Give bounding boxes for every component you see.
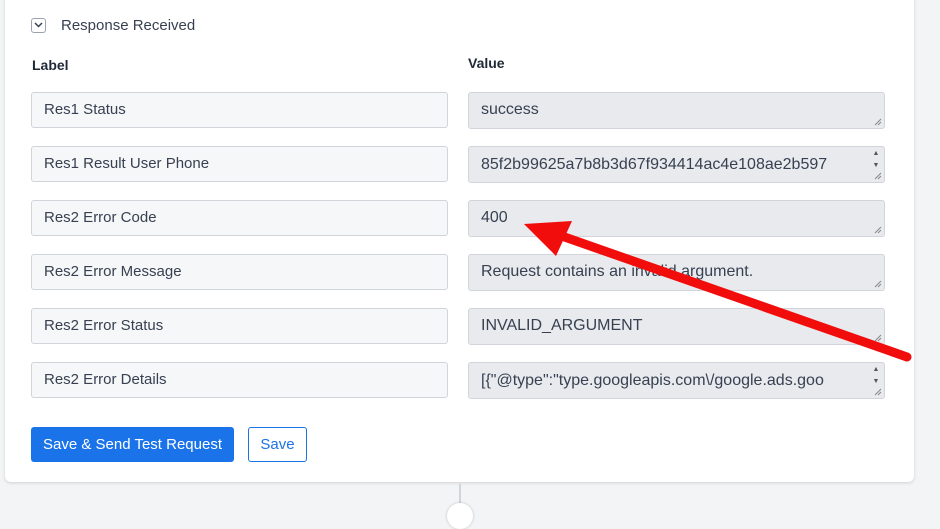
resize-handle-icon[interactable] (873, 387, 882, 396)
save-and-send-test-button[interactable]: Save & Send Test Request (31, 427, 234, 462)
chevron-down-icon[interactable] (31, 17, 46, 33)
row-value-field[interactable]: 85f2b99625a7b8b3d67f934414ac4e108ae2b597… (468, 146, 885, 183)
response-card (5, 0, 914, 482)
row-value-text: success (481, 101, 539, 118)
section-title: Response Received (61, 16, 196, 34)
row-value-text: Request contains an invalid argument. (481, 263, 754, 280)
row-value-field[interactable]: 400 (468, 200, 885, 237)
resize-handle-icon[interactable] (873, 333, 882, 342)
save-button[interactable]: Save (248, 427, 307, 462)
row-label-field[interactable]: Res2 Error Details (31, 362, 448, 398)
row-value-field[interactable]: Request contains an invalid argument. (468, 254, 885, 291)
resize-handle-icon[interactable] (873, 117, 882, 126)
add-step-button[interactable] (447, 503, 473, 529)
row-value-text: 400 (481, 209, 508, 226)
row-value-text: 85f2b99625a7b8b3d67f934414ac4e108ae2b597 (481, 156, 828, 173)
row-value-field[interactable]: [{"@type":"type.googleapis.com\/google.a… (468, 362, 885, 399)
row-value-text: INVALID_ARGUMENT (481, 317, 643, 334)
row-label-field[interactable]: Res2 Error Message (31, 254, 448, 290)
label-column-header: Label (32, 57, 69, 73)
scroll-arrows-icon[interactable]: ▲ ▼ (871, 150, 881, 170)
row-label-field[interactable]: Res2 Error Code (31, 200, 448, 236)
row-value-field[interactable]: success (468, 92, 885, 129)
section-header[interactable]: Response Received (31, 15, 195, 35)
resize-handle-icon[interactable] (873, 225, 882, 234)
resize-handle-icon[interactable] (873, 279, 882, 288)
row-label-field[interactable]: Res1 Status (31, 92, 448, 128)
row-label-field[interactable]: Res1 Result User Phone (31, 146, 448, 182)
value-column-header: Value (468, 55, 505, 71)
resize-handle-icon[interactable] (873, 171, 882, 180)
scroll-arrows-icon[interactable]: ▲ ▼ (871, 366, 881, 386)
row-label-field[interactable]: Res2 Error Status (31, 308, 448, 344)
row-value-text: [{"@type":"type.googleapis.com\/google.a… (481, 372, 824, 389)
row-value-field[interactable]: INVALID_ARGUMENT (468, 308, 885, 345)
